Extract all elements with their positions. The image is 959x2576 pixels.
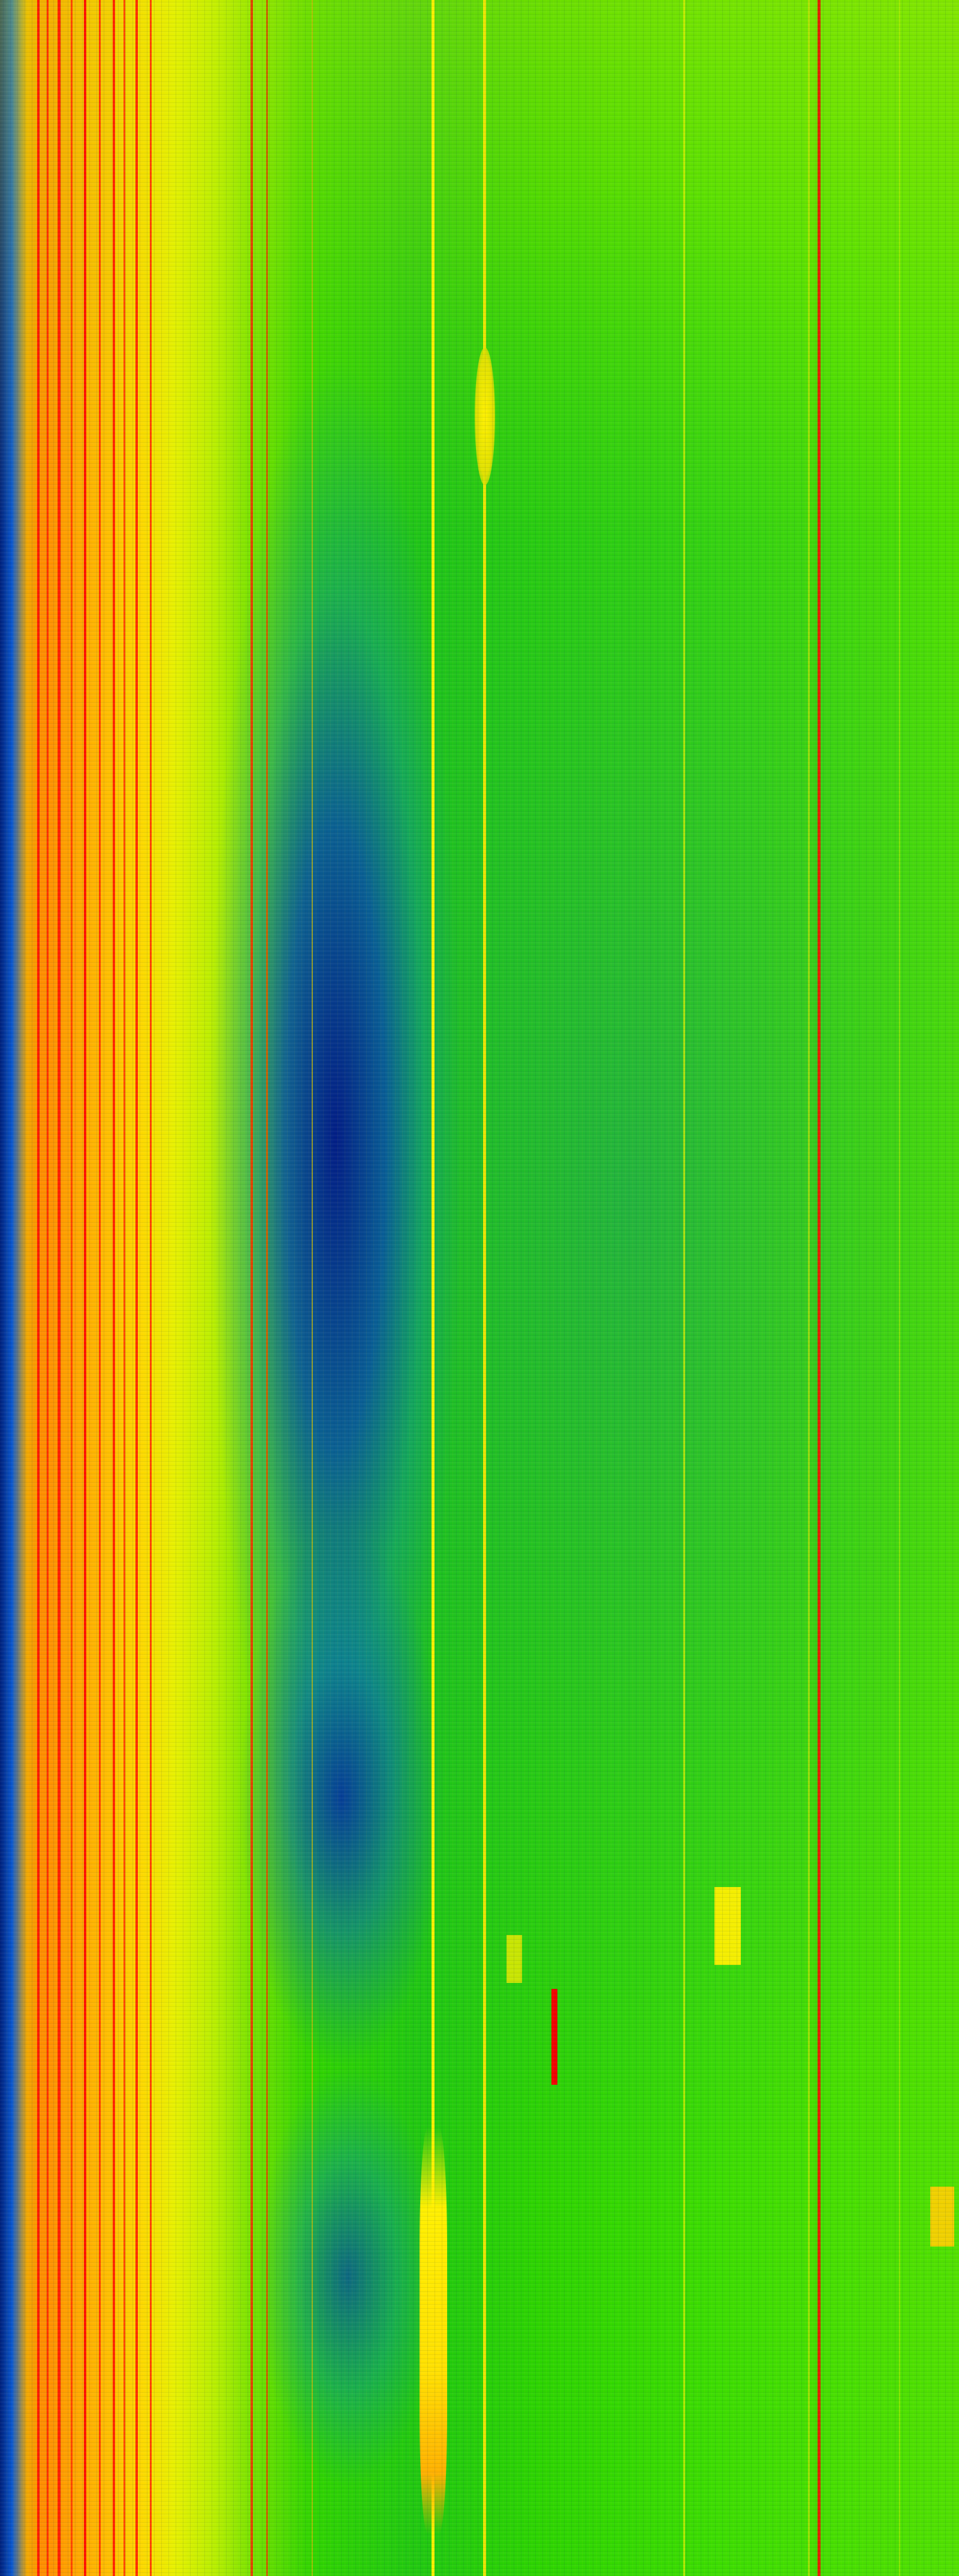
horizontal-texture (0, 0, 959, 2576)
spectrogram-waterfall (0, 0, 959, 2576)
